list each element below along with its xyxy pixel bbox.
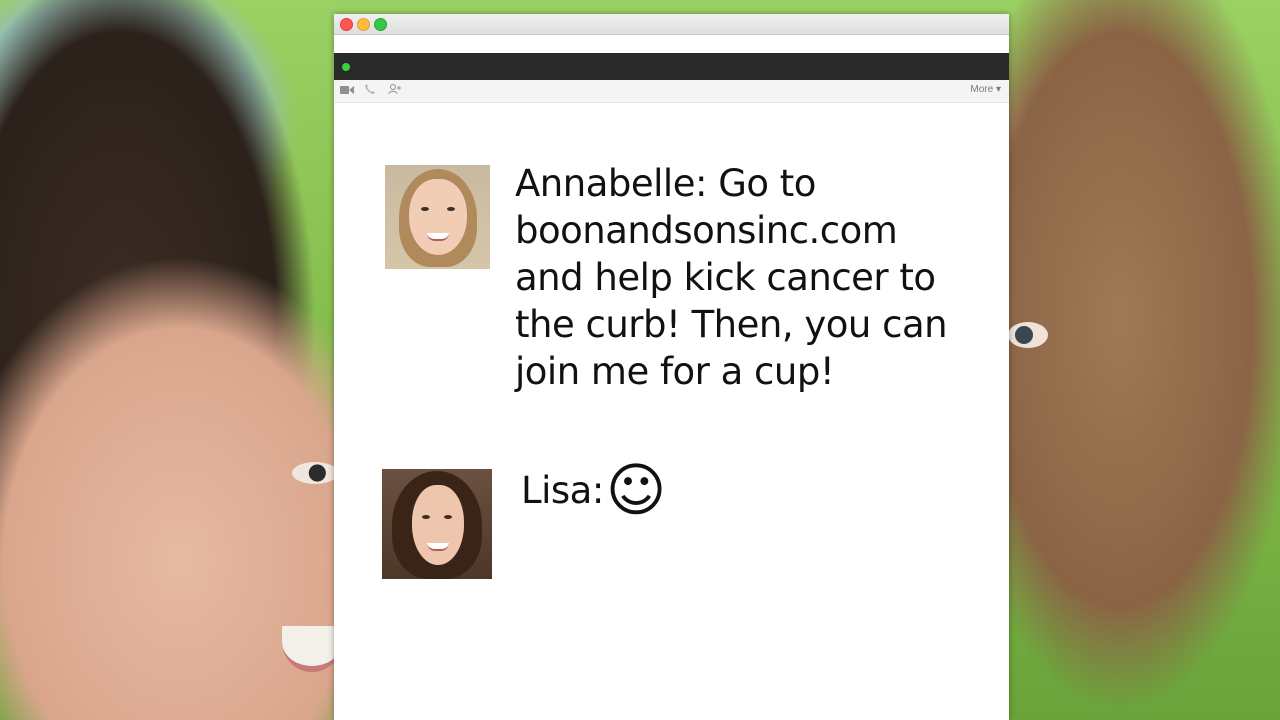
annabelle-avatar bbox=[385, 165, 490, 269]
title-bar[interactable] bbox=[334, 14, 1009, 35]
annabelle-sender-name: Annabelle: bbox=[515, 162, 707, 205]
background-left-eye bbox=[292, 462, 338, 484]
minimize-window-button[interactable] bbox=[357, 18, 370, 31]
close-window-button[interactable] bbox=[340, 18, 353, 31]
annabelle-message: Annabelle: Go to boonandsonsinc.com and … bbox=[515, 160, 955, 395]
smiley-face-icon: ☺ bbox=[605, 456, 667, 524]
lisa-message: Lisa: ☺ bbox=[521, 456, 667, 524]
chat-window: More ▾ Annabelle: Go to boonandsonsinc.c… bbox=[334, 14, 1009, 720]
contact-bar bbox=[334, 53, 1009, 80]
lisa-avatar bbox=[382, 469, 492, 579]
video-camera-icon[interactable] bbox=[340, 83, 354, 99]
lisa-sender-name: Lisa: bbox=[521, 468, 604, 512]
background-left-smile bbox=[282, 626, 342, 672]
background-right-eye bbox=[1008, 322, 1048, 348]
chat-toolbar: More ▾ bbox=[334, 80, 1009, 103]
phone-icon[interactable] bbox=[364, 83, 376, 99]
online-status-icon bbox=[342, 63, 350, 71]
zoom-window-button[interactable] bbox=[374, 18, 387, 31]
more-menu-button[interactable]: More ▾ bbox=[970, 84, 1001, 95]
header-strip bbox=[334, 35, 1009, 53]
add-user-icon[interactable] bbox=[388, 83, 402, 99]
